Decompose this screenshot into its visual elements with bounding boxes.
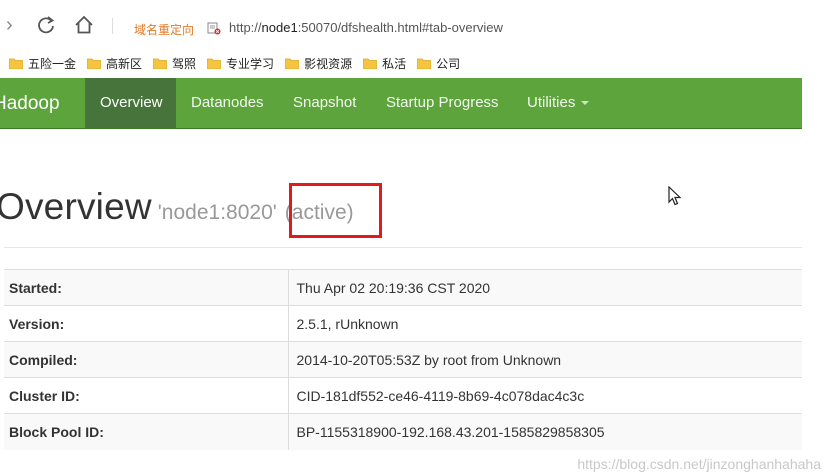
browser-toolbar: › 域名重定向 http://node1:50070/dfshealth.htm… (0, 0, 831, 50)
page-title: Overview (0, 186, 152, 227)
hadoop-navbar: Hadoop Overview Datanodes Snapshot Start… (0, 78, 802, 129)
certificate-warning-icon[interactable] (207, 21, 221, 35)
home-icon[interactable] (72, 14, 96, 36)
folder-icon (363, 58, 378, 69)
folder-icon (285, 58, 300, 69)
bookmark-label: 影视资源 (304, 56, 353, 71)
namenode-address: 'node1:8020' (157, 201, 277, 224)
tab-datanodes[interactable]: Datanodes (176, 78, 279, 128)
table-row: Cluster ID: CID-181df552-ce46-4119-8b69-4… (4, 377, 802, 414)
folder-icon (153, 58, 168, 69)
row-key: Version: (4, 305, 289, 342)
table-row: Compiled: 2014-10-20T05:53Z by root from … (4, 341, 802, 378)
mouse-cursor-icon (668, 186, 682, 206)
bookmark-folder[interactable]: 专业学习 (207, 55, 274, 72)
table-row: Started: Thu Apr 02 20:19:36 CST 2020 (4, 269, 802, 306)
url-host: node1 (261, 20, 298, 35)
row-key: Block Pool ID: (4, 413, 289, 450)
bookmark-label: 五险一金 (28, 56, 77, 71)
folder-icon (9, 58, 23, 69)
redirect-label[interactable]: 域名重定向 (134, 21, 194, 38)
tab-overview[interactable]: Overview (85, 78, 176, 128)
bookmark-folder[interactable]: 五险一金 (9, 55, 76, 72)
bookmark-folder[interactable]: 高新区 (87, 55, 142, 72)
table-row: Block Pool ID: BP-1155318900-192.168.43.2… (4, 413, 802, 450)
forward-icon[interactable]: › (6, 14, 13, 36)
row-value: 2.5.1, rUnknown (288, 305, 802, 342)
chevron-down-icon (581, 101, 590, 106)
url-prefix: http:// (229, 20, 262, 35)
bookmark-folder[interactable]: 影视资源 (285, 55, 352, 72)
tab-utilities-label: Utilities (527, 94, 576, 111)
url-path: :50070/dfshealth.html#tab-overview (297, 20, 503, 35)
tab-utilities[interactable]: Utilities (512, 78, 604, 128)
table-row: Version: 2.5.1, rUnknown (4, 305, 802, 342)
bookmark-label: 专业学习 (226, 56, 275, 71)
row-key: Compiled: (4, 341, 289, 378)
header-divider (4, 247, 802, 248)
bookmark-label: 公司 (436, 56, 461, 71)
highlight-annotation-box (289, 183, 382, 238)
row-value: 2014-10-20T05:53Z by root from Unknown (288, 341, 802, 378)
reload-icon[interactable] (34, 14, 58, 36)
toolbar-separator (112, 18, 113, 34)
tab-snapshot[interactable]: Snapshot (278, 78, 371, 128)
bookmarks-bar: 五险一金 高新区 驾照 专业学习 影视资源 私活 公司 (0, 50, 831, 76)
bookmark-folder[interactable]: 驾照 (153, 55, 196, 72)
brand-logo[interactable]: Hadoop (0, 78, 60, 129)
address-bar[interactable]: http://node1:50070/dfshealth.html#tab-ov… (229, 20, 503, 35)
bookmark-label: 私活 (382, 56, 407, 71)
bookmark-label: 高新区 (106, 56, 143, 71)
watermark: https://blog.csdn.net/jinzonghanhahaha (577, 456, 821, 472)
row-value: Thu Apr 02 20:19:36 CST 2020 (288, 269, 802, 306)
folder-icon (417, 58, 432, 69)
overview-table: Started: Thu Apr 02 20:19:36 CST 2020 Ver… (4, 269, 802, 450)
row-value: BP-1155318900-192.168.43.201-15858298583… (288, 413, 802, 450)
row-key: Started: (4, 269, 289, 306)
bookmark-label: 驾照 (172, 56, 197, 71)
bookmark-folder[interactable]: 公司 (417, 55, 460, 72)
folder-icon (87, 58, 102, 69)
row-value: CID-181df552-ce46-4119-8b69-4c078dac4c3c (288, 377, 802, 414)
bookmark-folder[interactable]: 私活 (363, 55, 406, 72)
tab-startup-progress[interactable]: Startup Progress (371, 78, 514, 128)
folder-icon (207, 58, 222, 69)
row-key: Cluster ID: (4, 377, 289, 414)
